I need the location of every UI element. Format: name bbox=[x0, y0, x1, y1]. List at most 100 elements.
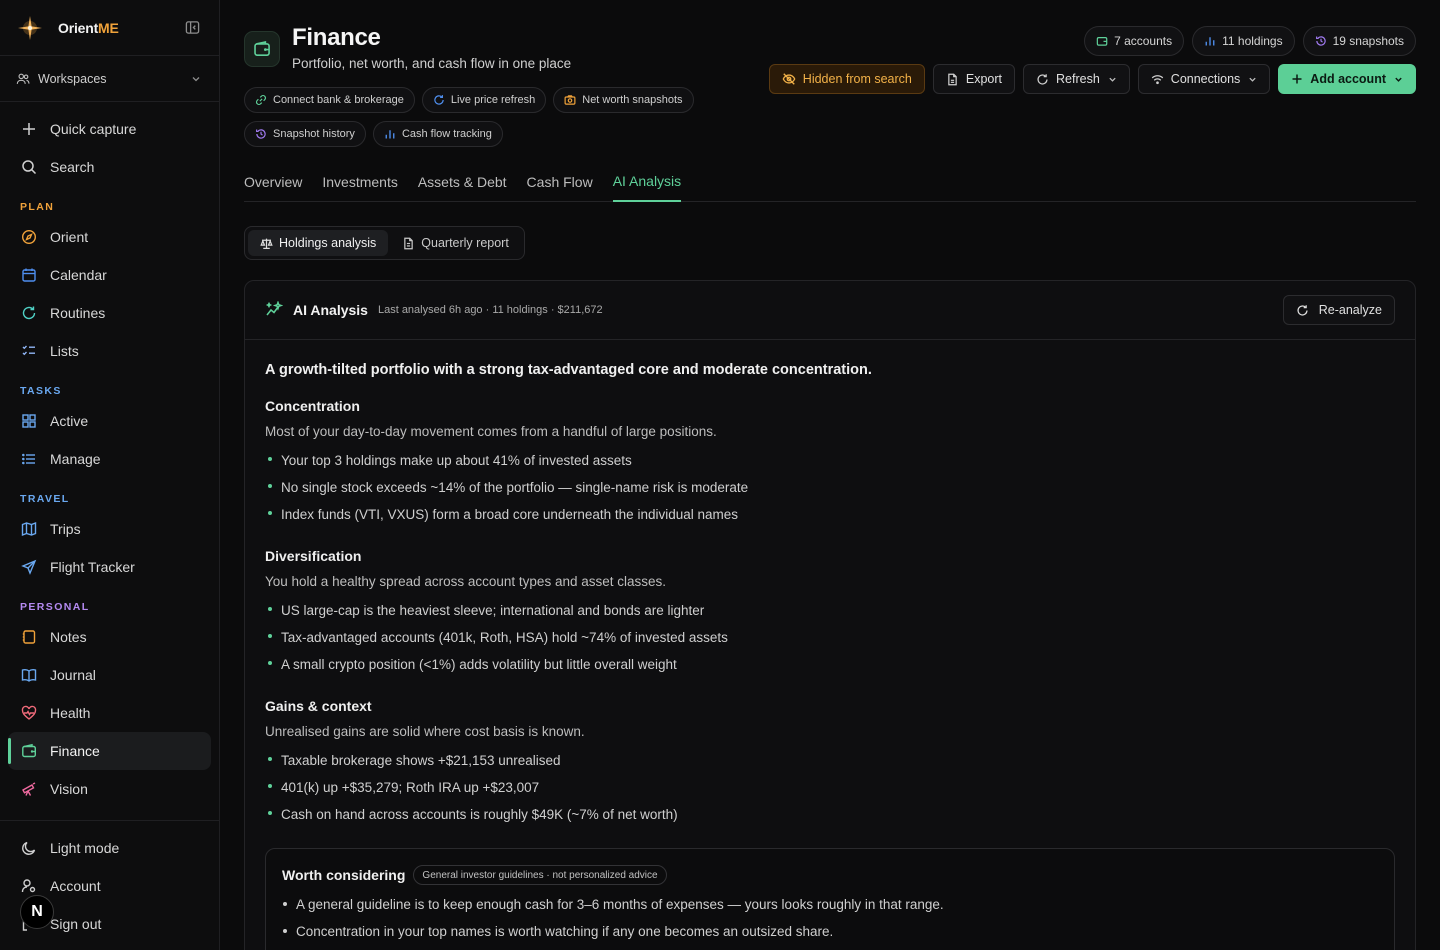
sidebar-item-orient[interactable]: Orient bbox=[8, 218, 211, 256]
sidebar-item-label: Routines bbox=[50, 305, 106, 321]
consider-list: A general guideline is to keep enough ca… bbox=[282, 891, 1378, 945]
tab-investments[interactable]: Investments bbox=[322, 162, 397, 202]
analysis-mode-switch: Holdings analysis Quarterly report bbox=[244, 226, 525, 260]
list-item: Cash on hand across accounts is roughly … bbox=[265, 801, 1395, 828]
list-item: Concentration in your top names is worth… bbox=[282, 918, 1378, 945]
section-label-tasks: TASKS bbox=[20, 385, 62, 397]
sidebar-item-notes[interactable]: Notes bbox=[8, 618, 211, 656]
sidebar-item-label: Notes bbox=[50, 629, 87, 645]
refresh-icon bbox=[433, 94, 445, 106]
stat-holdings[interactable]: 11 holdings bbox=[1192, 26, 1295, 56]
list-item: Your top 3 holdings make up about 41% of… bbox=[265, 447, 1395, 474]
sidebar-item-manage[interactable]: Manage bbox=[8, 440, 211, 478]
bar-chart-icon bbox=[384, 128, 396, 140]
sidebar-collapse-icon[interactable] bbox=[183, 19, 201, 37]
sidebar-item-quick-capture[interactable]: Quick capture bbox=[8, 110, 211, 148]
sidebar-item-flight-tracker[interactable]: Flight Tracker bbox=[8, 548, 211, 586]
chip-net-worth-snapshots[interactable]: Net worth snapshots bbox=[553, 87, 694, 113]
compass-icon bbox=[20, 228, 38, 246]
sidebar-item-finance[interactable]: Finance bbox=[8, 732, 211, 770]
section-label-travel: TRAVEL bbox=[20, 493, 70, 505]
chip-snapshot-history[interactable]: Snapshot history bbox=[244, 121, 366, 147]
stat-snapshots[interactable]: 19 snapshots bbox=[1302, 26, 1416, 56]
list-item: No single stock exceeds ~14% of the port… bbox=[265, 474, 1395, 501]
worth-considering-box: Worth considering General investor guide… bbox=[265, 848, 1395, 950]
sidebar-item-label: Health bbox=[50, 705, 91, 721]
button-label: Add account bbox=[1310, 72, 1386, 86]
chip-label: Cash flow tracking bbox=[401, 128, 492, 140]
sidebar-item-label: Active bbox=[50, 413, 89, 429]
section-bullets: Taxable brokerage shows +$21,153 unreali… bbox=[265, 747, 1395, 828]
section-heading: Concentration bbox=[265, 398, 360, 414]
document-icon bbox=[402, 237, 415, 250]
analysis-body: A growth-tilted portfolio with a strong … bbox=[245, 340, 1415, 950]
bar-chart-icon bbox=[1204, 35, 1216, 47]
sidebar-item-routines[interactable]: Routines bbox=[8, 294, 211, 332]
sidebar-item-label: Search bbox=[50, 159, 95, 175]
list-item: A small crypto position (<1%) adds volat… bbox=[265, 651, 1395, 678]
sidebar-item-light-mode[interactable]: Light mode bbox=[8, 829, 211, 867]
sidebar-item-label: Calendar bbox=[50, 267, 107, 283]
segment-label: Holdings analysis bbox=[279, 236, 377, 250]
section-intro: Most of your day-to-day movement comes f… bbox=[265, 424, 717, 439]
sidebar-item-lists[interactable]: Lists bbox=[8, 332, 211, 370]
stat-label: 19 snapshots bbox=[1332, 34, 1404, 48]
chevron-down-icon bbox=[191, 74, 201, 84]
sidebar-item-journal[interactable]: Journal bbox=[8, 656, 211, 694]
chip-label: Live price refresh bbox=[450, 94, 536, 106]
holdings-analysis-tab[interactable]: Holdings analysis bbox=[248, 230, 389, 256]
hidden-from-search-button[interactable]: Hidden from search bbox=[768, 64, 925, 94]
sidebar-item-active[interactable]: Active bbox=[8, 402, 211, 440]
quarterly-report-tab[interactable]: Quarterly report bbox=[390, 230, 521, 256]
sidebar-item-trips[interactable]: Trips bbox=[8, 510, 211, 548]
re-analyze-button[interactable]: Re-analyze bbox=[1282, 295, 1395, 325]
sidebar-item-vision[interactable]: Vision bbox=[8, 770, 211, 808]
workspace-label: Workspaces bbox=[38, 71, 107, 86]
section-label-plan: PLAN bbox=[20, 201, 55, 213]
card-header: AI Analysis Last analysed 6h ago · 11 ho… bbox=[245, 281, 1415, 340]
chevron-down-icon bbox=[1394, 75, 1403, 84]
refresh-button[interactable]: Refresh bbox=[1023, 64, 1130, 94]
chip-label: Net worth snapshots bbox=[582, 94, 683, 106]
app-name[interactable]: OrientME bbox=[58, 20, 119, 36]
history-icon bbox=[1315, 35, 1327, 47]
sidebar-item-label: Manage bbox=[50, 451, 101, 467]
chip-connect-bank[interactable]: Connect bank & brokerage bbox=[244, 87, 415, 113]
workspace-switcher[interactable]: Workspaces bbox=[0, 56, 219, 102]
sidebar-item-health[interactable]: Health bbox=[8, 694, 211, 732]
list-icon bbox=[20, 450, 38, 468]
list-item: 401(k) up +$35,279; Roth IRA up +$23,007 bbox=[265, 774, 1395, 801]
feature-chips: Connect bank & brokerage Live price refr… bbox=[244, 87, 724, 147]
history-icon bbox=[255, 128, 267, 140]
section-heading: Gains & context bbox=[265, 698, 372, 714]
sidebar-item-label: Trips bbox=[50, 521, 81, 537]
sidebar-item-label: Finance bbox=[50, 743, 100, 759]
avatar[interactable]: N bbox=[20, 895, 54, 929]
card-title: AI Analysis bbox=[293, 302, 368, 318]
tab-overview[interactable]: Overview bbox=[244, 162, 302, 202]
export-button[interactable]: Export bbox=[932, 64, 1016, 94]
stat-accounts[interactable]: 7 accounts bbox=[1084, 26, 1185, 56]
sidebar-item-search[interactable]: Search bbox=[8, 148, 211, 186]
tab-ai-analysis[interactable]: AI Analysis bbox=[612, 162, 682, 202]
chip-live-price[interactable]: Live price refresh bbox=[421, 87, 547, 113]
consider-title: Worth considering bbox=[282, 867, 406, 883]
sidebar-item-calendar[interactable]: Calendar bbox=[8, 256, 211, 294]
tab-assets-debt[interactable]: Assets & Debt bbox=[418, 162, 507, 202]
tab-cash-flow[interactable]: Cash Flow bbox=[527, 162, 593, 202]
finance-tabs: Overview Investments Assets & Debt Cash … bbox=[244, 162, 1416, 202]
add-account-button[interactable]: Add account bbox=[1278, 64, 1416, 94]
stat-label: 11 holdings bbox=[1222, 34, 1283, 48]
wallet-icon bbox=[1096, 35, 1108, 47]
orient-logo-icon bbox=[16, 14, 44, 42]
sidebar-item-label: Quick capture bbox=[50, 121, 137, 137]
summary-stats: 7 accounts 11 holdings 19 snapshots bbox=[1084, 26, 1416, 56]
sidebar-item-label: Vision bbox=[50, 781, 88, 797]
brand-header: OrientME bbox=[0, 0, 219, 56]
book-icon bbox=[20, 666, 38, 684]
main-content: Finance Portfolio, net worth, and cash f… bbox=[220, 0, 1440, 950]
chip-cash-flow[interactable]: Cash flow tracking bbox=[372, 121, 503, 147]
sidebar-item-label: Orient bbox=[50, 229, 89, 245]
connections-button[interactable]: Connections bbox=[1137, 64, 1271, 94]
stat-label: 7 accounts bbox=[1114, 34, 1173, 48]
